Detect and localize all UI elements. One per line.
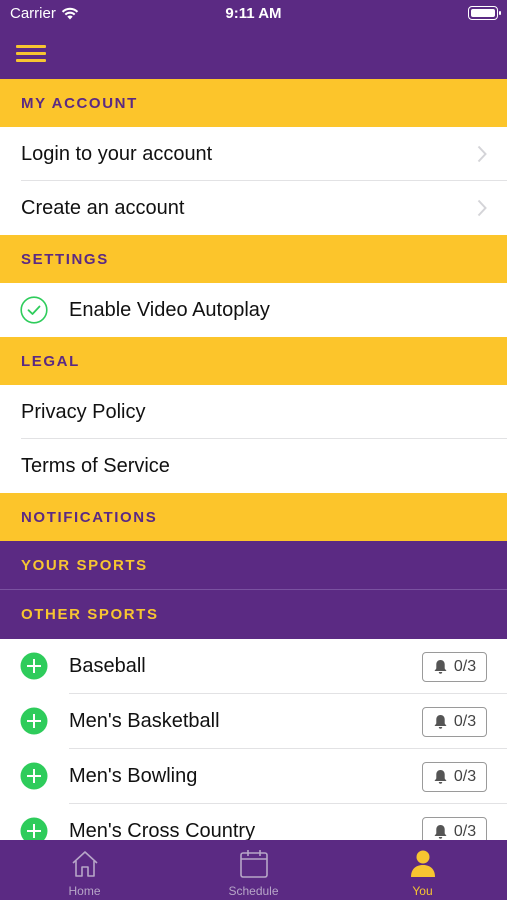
sport-row-mens-basketball[interactable]: Men's Basketball 0/3 [0,694,507,749]
login-label: Login to your account [21,142,213,165]
tab-you-label: You [412,884,433,898]
chevron-right-icon [477,199,487,217]
hamburger-menu-icon[interactable] [16,43,46,63]
tab-bar: Home Schedule You [0,840,507,900]
battery-icon [468,6,501,20]
tab-home-label: Home [68,884,101,898]
create-account-row[interactable]: Create an account [0,181,507,235]
notification-count: 0/3 [453,658,477,675]
add-circle-icon[interactable] [20,762,48,790]
section-header-settings: SETTINGS [0,235,507,283]
privacy-policy-row[interactable]: Privacy Policy [0,385,507,439]
notification-count: 0/3 [453,713,477,730]
privacy-policy-label: Privacy Policy [21,400,146,423]
tab-schedule-label: Schedule [228,884,279,898]
video-autoplay-toggle[interactable]: Enable Video Autoplay [0,283,507,337]
chevron-right-icon [477,145,487,163]
bell-icon [434,715,447,729]
bell-icon [434,770,447,784]
terms-of-service-label: Terms of Service [21,454,170,477]
sport-row-mens-cross-country[interactable]: Men's Cross Country 0/3 [0,804,507,840]
sport-name: Men's Basketball [69,710,220,732]
notification-count: 0/3 [453,768,477,785]
status-time: 9:11 AM [225,5,282,22]
sport-name: Baseball [69,655,146,677]
notification-count-button[interactable]: 0/3 [422,707,487,737]
checkmark-circle-icon [20,296,48,324]
sport-row-mens-bowling[interactable]: Men's Bowling 0/3 [0,749,507,804]
add-circle-icon[interactable] [20,707,48,735]
login-row[interactable]: Login to your account [0,127,507,181]
section-header-notifications: NOTIFICATIONS [0,493,507,541]
tab-home[interactable]: Home [0,840,169,900]
notification-count-button[interactable]: 0/3 [422,817,487,840]
video-autoplay-label: Enable Video Autoplay [69,298,270,321]
section-header-other-sports: OTHER SPORTS [0,590,507,639]
add-circle-icon[interactable] [20,817,48,840]
add-circle-icon[interactable] [20,652,48,680]
section-header-legal: LEGAL [0,337,507,385]
nav-header: Carrier 9:11 AM [0,0,507,80]
calendar-icon [239,850,268,878]
bell-icon [434,660,447,674]
person-icon [410,850,435,877]
app-screen: Carrier 9:11 AM MY ACCOUNT Login to your… [0,0,507,900]
terms-of-service-row[interactable]: Terms of Service [0,439,507,493]
sport-row-baseball[interactable]: Baseball 0/3 [0,639,507,694]
settings-list: MY ACCOUNT Login to your account Create … [0,79,507,840]
bell-icon [434,825,447,839]
sport-name: Men's Bowling [69,765,198,787]
section-header-my-account: MY ACCOUNT [0,79,507,127]
section-header-your-sports: YOUR SPORTS [0,541,507,590]
notification-count-button[interactable]: 0/3 [422,762,487,792]
notification-count-button[interactable]: 0/3 [422,652,487,682]
home-icon [71,851,98,877]
create-account-label: Create an account [21,196,185,219]
sport-name: Men's Cross Country [69,820,256,840]
tab-schedule[interactable]: Schedule [169,840,338,900]
notification-count: 0/3 [453,823,477,840]
status-bar: Carrier 9:11 AM [0,0,507,28]
tab-you[interactable]: You [338,840,507,900]
